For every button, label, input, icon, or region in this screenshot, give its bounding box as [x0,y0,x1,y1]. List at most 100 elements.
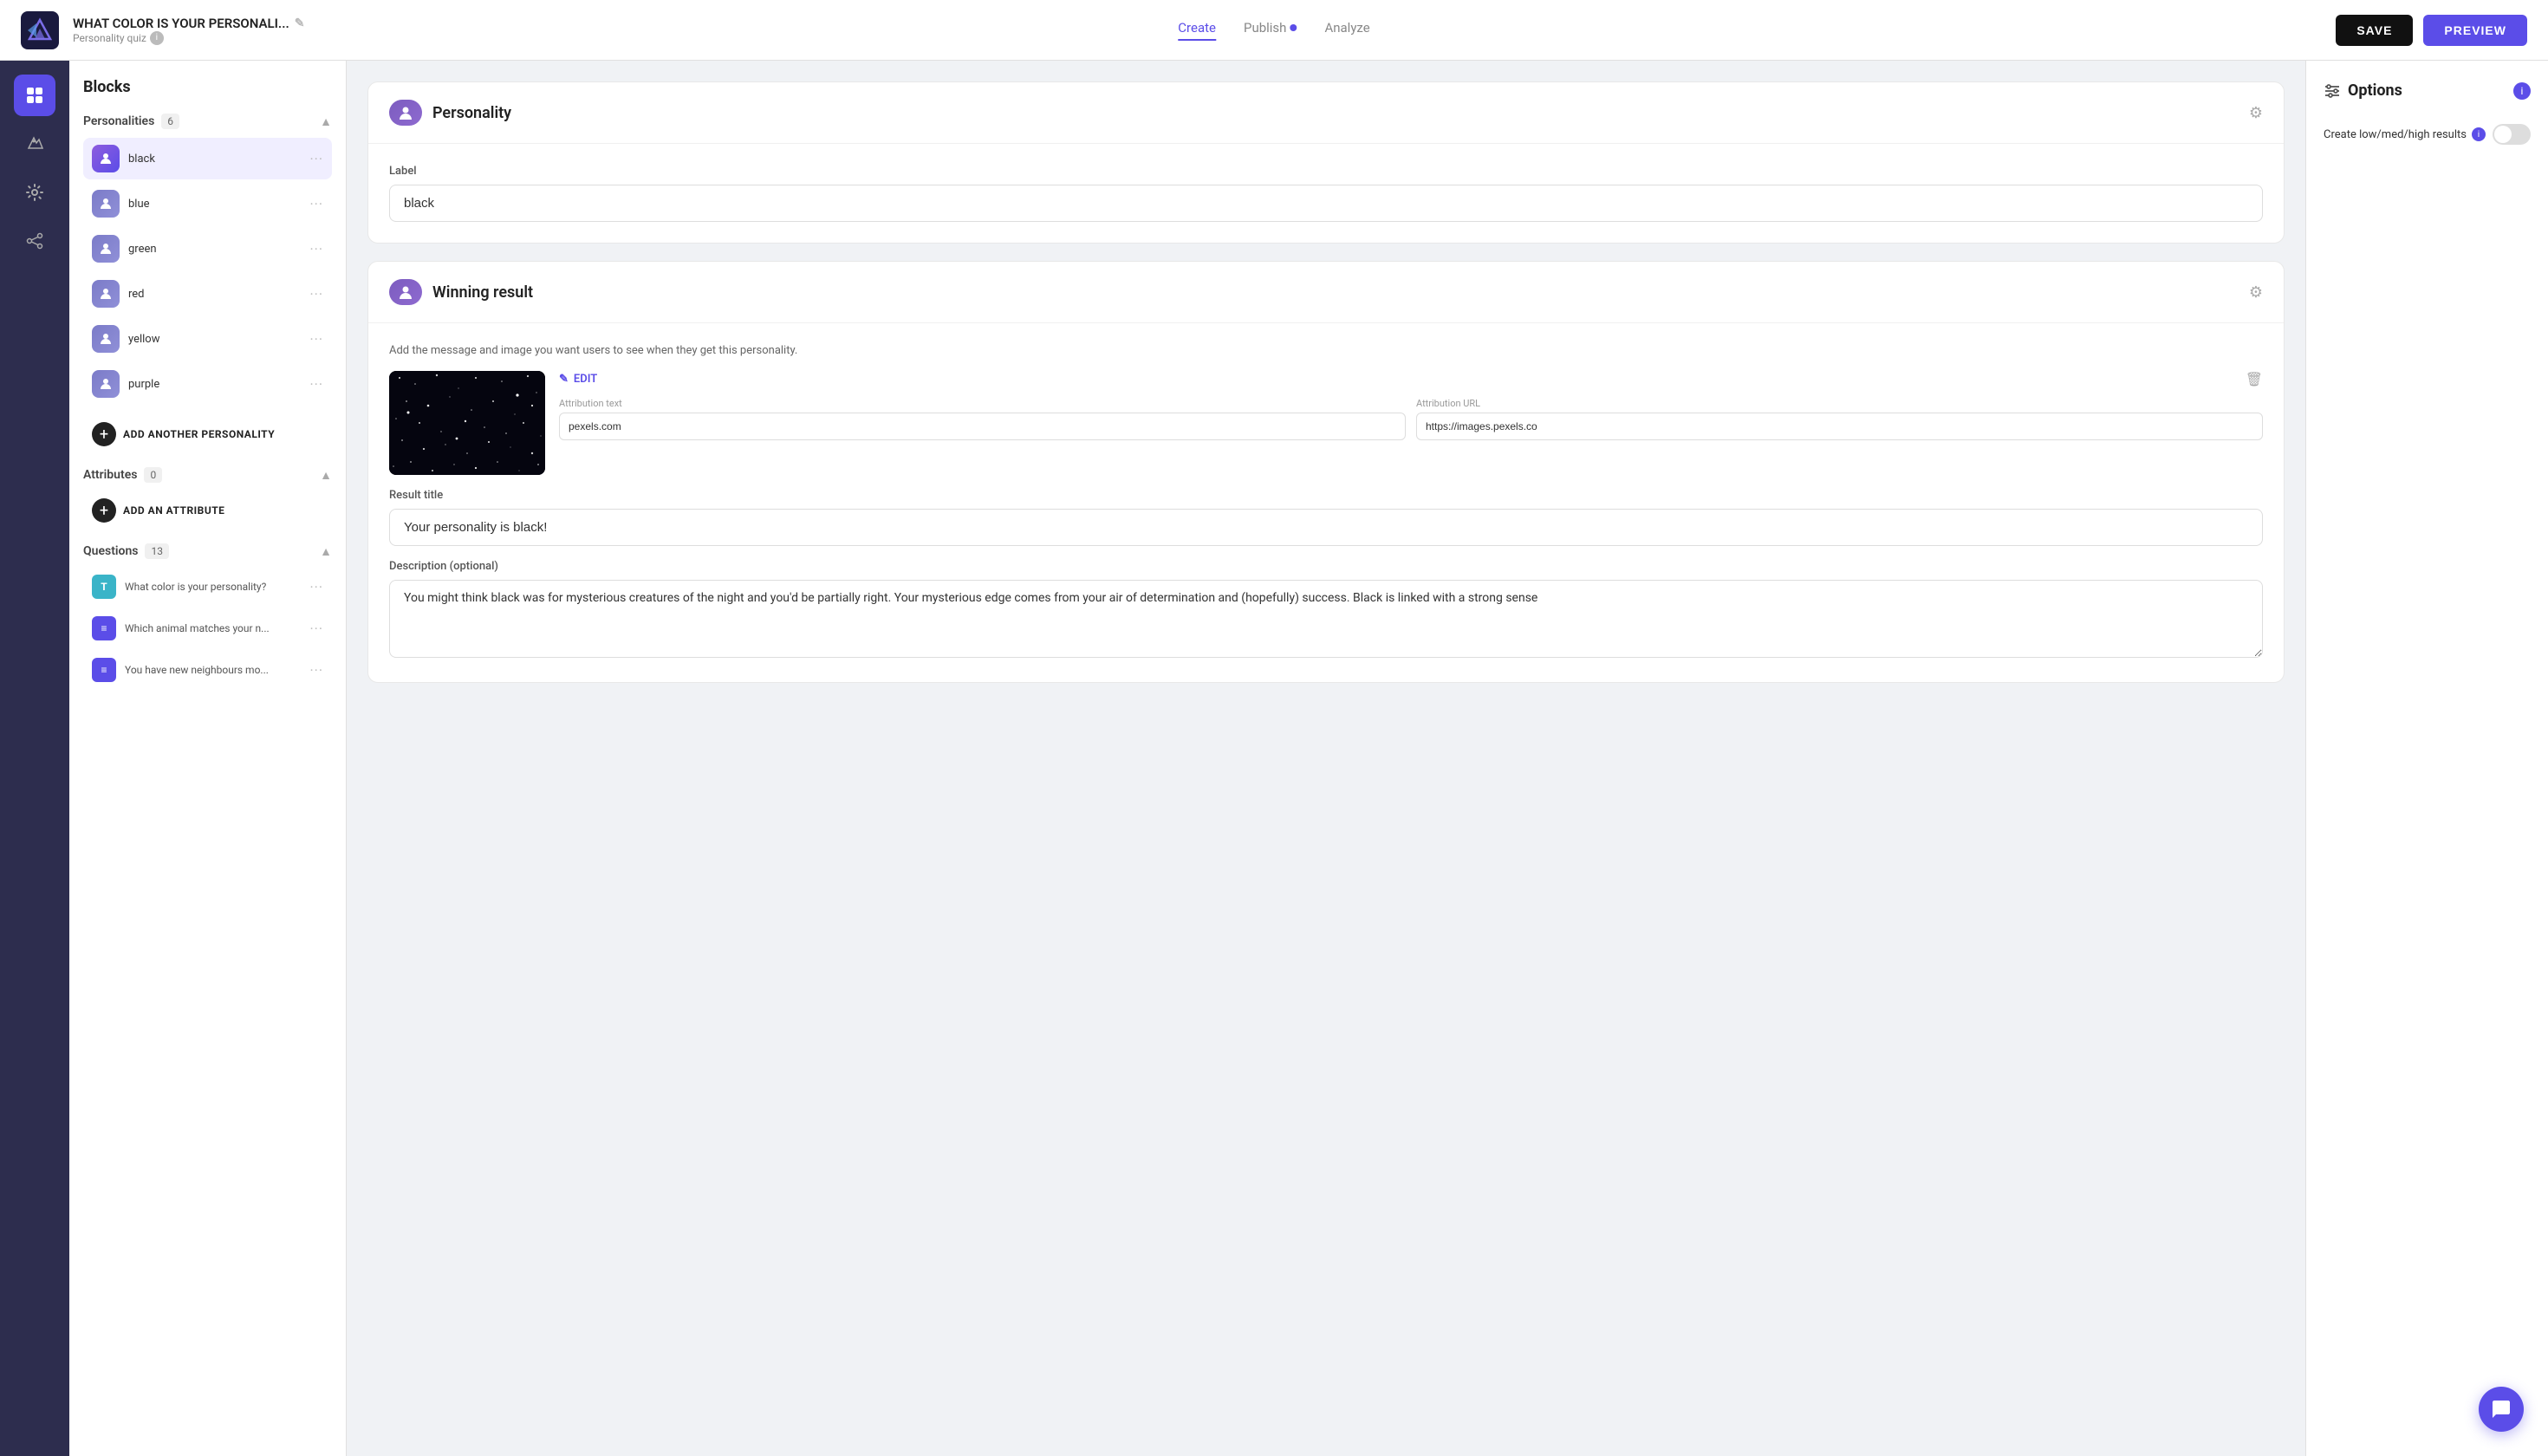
questions-count: 13 [145,543,169,559]
personality-item-blue[interactable]: blue ··· [83,183,332,224]
personality-name-purple: purple [128,378,159,391]
result-title-label: Result title [389,489,2263,502]
sidebar-item-settings[interactable] [14,172,55,213]
attribution-row: Attribution text Attribution URL [559,398,2263,440]
personality-menu-yellow[interactable]: ··· [309,331,323,348]
main-content: Personality ⚙ Label Winni [347,61,2305,1456]
personality-item-red[interactable]: red ··· [83,273,332,315]
personality-item-black[interactable]: black ··· [83,138,332,179]
personality-card-header: Personality ⚙ [368,82,2284,144]
attribution-url-field: Attribution URL [1416,398,2263,440]
subtitle-text: Personality quiz [73,32,146,44]
options-panel: Options i Create low/med/high results i [2305,61,2548,1456]
personality-menu-green[interactable]: ··· [309,241,323,257]
stars-svg [389,371,545,475]
blocks-title: Blocks [83,78,332,96]
tab-publish[interactable]: Publish [1244,20,1297,41]
question-text-3: You have new neighbours mo... [125,664,269,676]
image-details: ✎ EDIT 🗑 Attribution text Attribut [559,371,2263,440]
result-title-input[interactable] [389,509,2263,546]
personality-gear-icon[interactable]: ⚙ [2249,104,2263,122]
personality-avatar-purple [92,370,120,398]
add-personality-label: ADD ANOTHER PERSONALITY [123,428,275,440]
personality-avatar-black [92,145,120,172]
personalities-count: 6 [161,114,179,129]
sidebar-item-share[interactable] [14,220,55,262]
personality-menu-blue[interactable]: ··· [309,196,323,212]
personality-name-red: red [128,288,145,301]
tab-create[interactable]: Create [1178,20,1216,41]
attribution-text-label: Attribution text [559,398,1406,409]
style-icon [25,134,44,153]
personality-item-purple[interactable]: purple ··· [83,363,332,405]
questions-label: Questions [83,544,138,558]
attribution-url-input[interactable] [1416,413,2263,440]
nav-tabs: Create Publish Analyze [1178,20,1369,41]
sidebar-item-blocks[interactable] [14,75,55,116]
edit-title-icon[interactable]: ✎ [295,16,305,30]
image-edit-row-controls: ✎ EDIT 🗑 [559,371,2263,387]
sidebar-item-style[interactable] [14,123,55,165]
questions-chevron[interactable]: ▲ [320,544,332,559]
personalities-chevron[interactable]: ▲ [320,114,332,129]
attribution-text-field: Attribution text [559,398,1406,440]
personality-card-title: Personality [432,104,511,122]
description-label: Description (optional) [389,560,2263,573]
option-info-icon[interactable]: i [2472,127,2486,141]
attributes-chevron[interactable]: ▲ [320,468,332,483]
image-edit-row: ✎ EDIT 🗑 Attribution text Attribut [389,371,2263,475]
toggle-knob [2494,126,2512,143]
blocks-icon [25,86,44,105]
personality-item-green[interactable]: green ··· [83,228,332,270]
save-button[interactable]: SAVE [2336,15,2413,46]
question-text-2: Which animal matches your n... [125,622,270,634]
settings-icon [25,183,44,202]
personality-item-yellow[interactable]: yellow ··· [83,318,332,360]
personality-name-yellow: yellow [128,333,159,346]
logo-area[interactable] [21,11,59,49]
personalities-section-header[interactable]: Personalities 6 ▲ [83,114,332,129]
delete-image-button[interactable]: 🗑 [2246,371,2263,387]
attributes-section-header[interactable]: Attributes 0 ▲ [83,467,332,483]
add-attribute-button[interactable]: + ADD AN ATTRIBUTE [83,491,332,530]
winning-result-gear-icon[interactable]: ⚙ [2249,283,2263,302]
app-logo [21,11,59,49]
personality-label-input[interactable] [389,185,2263,222]
low-med-high-toggle[interactable] [2493,124,2531,145]
attribution-text-input[interactable] [559,413,1406,440]
question-item-3[interactable]: ≡ You have new neighbours mo... ··· [83,651,332,689]
personality-icon-pill [389,100,422,126]
personality-menu-black[interactable]: ··· [309,151,323,167]
options-title-text: Options [2348,81,2402,100]
chat-icon [2491,1399,2512,1420]
preview-button[interactable]: PREVIEW [2423,15,2527,46]
options-info-button[interactable]: i [2513,82,2531,100]
add-personality-button[interactable]: + ADD ANOTHER PERSONALITY [83,415,332,453]
question-item-2[interactable]: ≡ Which animal matches your n... ··· [83,609,332,647]
main-layout: Blocks Personalities 6 ▲ black ··· [0,61,2548,1456]
attributes-label: Attributes [83,468,137,482]
subtitle-info-icon[interactable]: i [150,31,164,45]
edit-image-button[interactable]: ✎ EDIT [559,373,597,386]
question-menu-1[interactable]: ··· [309,579,323,595]
question-menu-3[interactable]: ··· [309,662,323,679]
personalities-label: Personalities [83,114,154,128]
winning-instruction: Add the message and image you want users… [389,344,2263,357]
question-item-1[interactable]: T What color is your personality? ··· [83,568,332,606]
question-badge-3: ≡ [92,658,116,682]
tab-analyze[interactable]: Analyze [1324,20,1369,41]
personality-menu-purple[interactable]: ··· [309,376,323,393]
personality-menu-red[interactable]: ··· [309,286,323,302]
attributes-count: 0 [144,467,162,483]
page-title-text: WHAT COLOR IS YOUR PERSONALI... [73,16,289,31]
title-block: WHAT COLOR IS YOUR PERSONALI... ✎ Person… [73,16,304,45]
winning-result-card: Winning result ⚙ Add the message and ima… [367,261,2285,683]
winning-result-card-body: Add the message and image you want users… [368,323,2284,682]
questions-section-header[interactable]: Questions 13 ▲ [83,543,332,559]
icon-sidebar [0,61,69,1456]
question-menu-2[interactable]: ··· [309,621,323,637]
page-subtitle: Personality quiz i [73,31,304,45]
personality-avatar-red [92,280,120,308]
chat-button[interactable] [2479,1387,2524,1432]
description-input[interactable] [389,580,2263,658]
